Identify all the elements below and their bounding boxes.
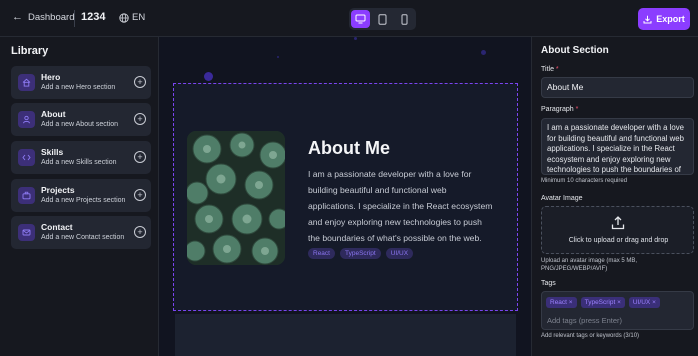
briefcase-icon — [18, 187, 35, 204]
upload-text: Click to upload or drag and drop — [568, 237, 669, 244]
divider — [74, 10, 75, 27]
globe-icon — [119, 12, 129, 23]
avatar-label: Avatar Image — [541, 195, 583, 202]
required-marker: * — [555, 66, 559, 73]
paragraph-textarea[interactable]: I am a passionate developer with a love … — [541, 118, 694, 175]
tag-chip: React — [308, 248, 335, 259]
tag-list: React × TypeScript × UI/UX × — [546, 297, 660, 308]
close-icon[interactable]: × — [617, 299, 621, 306]
close-icon[interactable]: × — [652, 299, 656, 306]
device-switcher — [349, 8, 416, 30]
about-paragraph: I am a passionate developer with a love … — [308, 169, 493, 243]
download-icon — [643, 15, 652, 23]
next-section-preview[interactable] — [175, 314, 516, 356]
add-circle-icon[interactable]: + — [134, 113, 146, 125]
title-label-text: Title — [541, 66, 554, 73]
export-label: Export — [656, 14, 685, 24]
library-item-name: Hero — [41, 72, 61, 82]
back-to-dashboard-link[interactable]: ← Dashboard — [12, 11, 75, 24]
mail-icon — [18, 224, 35, 241]
library-item-about[interactable]: About Add a new About section + — [11, 103, 151, 136]
library-item-desc: Add a new About section — [41, 121, 119, 128]
library-item-desc: Add a new Skills section — [41, 159, 117, 166]
tags-label: Tags — [541, 280, 556, 287]
code-icon — [18, 149, 35, 166]
library-sidebar: Library Hero Add a new Hero section + Ab… — [0, 37, 159, 356]
paragraph-hint: Minimum 10 characters required — [541, 178, 628, 184]
arrow-left-icon: ← — [12, 11, 23, 23]
background-dot — [277, 56, 279, 58]
library-item-name: Projects — [41, 185, 75, 195]
project-id: 1234 — [81, 11, 106, 23]
panel-title: About Section — [541, 45, 609, 56]
title-field-label: Title * — [541, 66, 559, 73]
upload-hint: Upload an avatar image (max 5 MB, PNG/JP… — [541, 258, 638, 272]
library-item-projects[interactable]: Projects Add a new Projects section + — [11, 179, 151, 212]
top-bar: ← Dashboard 1234 EN Export — [0, 0, 698, 37]
tag-item: TypeScript × — [580, 297, 625, 308]
background-dot — [354, 37, 357, 40]
library-item-desc: Add a new Contact section — [41, 234, 125, 241]
about-section-preview[interactable]: About Me I am a passionate developer wit… — [173, 83, 518, 311]
tags-placeholder: Add tags (press Enter) — [547, 316, 623, 325]
properties-panel: About Section Title * About Me Paragraph… — [531, 37, 698, 356]
home-icon — [18, 74, 35, 91]
paragraph-label-text: Paragraph — [541, 106, 574, 113]
close-icon[interactable]: × — [569, 299, 573, 306]
tag-item: UI/UX × — [628, 297, 660, 308]
tablet-icon — [378, 13, 387, 25]
mobile-icon — [401, 13, 408, 25]
language-switcher[interactable]: EN — [119, 12, 145, 23]
add-circle-icon[interactable]: + — [134, 226, 146, 238]
avatar-image — [187, 131, 285, 265]
library-title: Library — [11, 45, 49, 57]
add-circle-icon[interactable]: + — [134, 151, 146, 163]
library-item-hero[interactable]: Hero Add a new Hero section + — [11, 66, 151, 99]
tag-text: React — [550, 299, 567, 306]
preview-canvas: About Me I am a passionate developer wit… — [159, 37, 531, 356]
paragraph-field-label: Paragraph * — [541, 106, 578, 113]
tag-item: React × — [546, 297, 577, 308]
library-item-name: About — [41, 109, 66, 119]
library-item-desc: Add a new Projects section — [41, 197, 126, 204]
library-item-name: Skills — [41, 147, 64, 157]
export-button[interactable]: Export — [638, 8, 690, 30]
tags-input[interactable]: React × TypeScript × UI/UX × Add tags (p… — [541, 291, 694, 330]
user-icon — [18, 111, 35, 128]
background-dot — [204, 72, 213, 81]
desktop-icon — [355, 14, 366, 24]
avatar-upload-dropzone[interactable]: Click to upload or drag and drop — [541, 206, 694, 254]
library-item-name: Contact — [41, 222, 73, 232]
tags-hint: Add relevant tags or keywords (3/10) — [541, 333, 640, 339]
about-title: About Me — [308, 138, 390, 158]
required-marker: * — [575, 106, 579, 113]
library-item-skills[interactable]: Skills Add a new Skills section + — [11, 141, 151, 174]
add-circle-icon[interactable]: + — [134, 189, 146, 201]
tag-text: UI/UX — [632, 299, 651, 306]
library-item-desc: Add a new Hero section — [41, 84, 116, 91]
mobile-view-button[interactable] — [395, 10, 414, 28]
background-dot — [481, 50, 486, 55]
tag-chips: React TypeScript UI/UX — [308, 248, 414, 259]
tablet-view-button[interactable] — [373, 10, 392, 28]
add-circle-icon[interactable]: + — [134, 76, 146, 88]
tag-chip: UI/UX — [385, 248, 414, 259]
back-label: Dashboard — [28, 12, 75, 23]
language-label: EN — [132, 12, 146, 23]
upload-icon — [611, 216, 625, 230]
tag-text: TypeScript — [584, 299, 616, 306]
library-item-contact[interactable]: Contact Add a new Contact section + — [11, 216, 151, 249]
desktop-view-button[interactable] — [351, 10, 370, 28]
title-input[interactable]: About Me — [541, 77, 694, 98]
tag-chip: TypeScript — [339, 248, 381, 259]
